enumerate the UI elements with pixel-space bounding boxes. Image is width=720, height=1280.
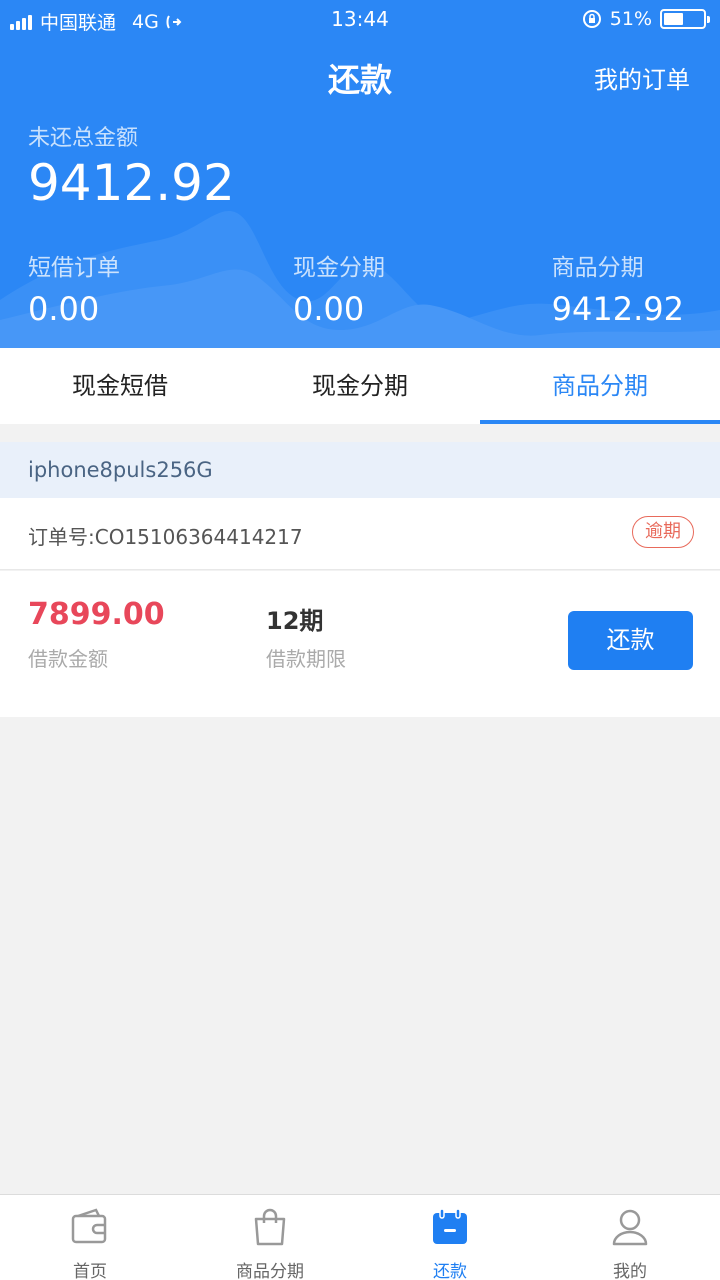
loan-term: 12期 <box>266 607 324 635</box>
summary-value: 0.00 <box>28 290 100 328</box>
tabbar-label: 我的 <box>613 1262 647 1280</box>
tab-cash-installment[interactable]: 现金分期 <box>240 348 480 424</box>
repayment-header: 中国联通 4G 13:44 51% 还款 我的订单 未还总金额 9412.92 … <box>0 0 720 348</box>
wallet-icon <box>71 1208 107 1244</box>
app-root: 中国联通 4G 13:44 51% 还款 我的订单 未还总金额 9412.92 … <box>0 0 720 1280</box>
total-outstanding-label: 未还总金额 <box>28 126 139 151</box>
loan-term-label: 借款期限 <box>266 647 346 671</box>
status-bar: 中国联通 4G 13:44 51% <box>0 0 720 40</box>
order-detail-row: 7899.00 借款金额 12期 借款期限 还款 <box>0 571 720 717</box>
summary-label: 短借订单 <box>28 255 120 281</box>
order-info-row: 订单号:CO15106364414217 逾期 <box>0 498 720 570</box>
loan-amount-label: 借款金额 <box>28 647 108 671</box>
calendar-icon <box>433 1208 467 1244</box>
product-name: iphone8puls256G <box>0 442 720 498</box>
repay-button[interactable]: 还款 <box>568 611 693 670</box>
rotation-lock-icon <box>582 10 601 28</box>
summary-goods-installment: 商品分期 9412.92 <box>552 248 684 328</box>
battery-icon <box>660 9 710 29</box>
overdue-badge: 逾期 <box>632 516 694 548</box>
order-number: 订单号:CO15106364414217 <box>28 525 303 549</box>
tabbar-item-profile[interactable]: 我的 <box>540 1195 720 1280</box>
my-orders-link[interactable]: 我的订单 <box>594 60 690 95</box>
user-icon <box>612 1209 648 1246</box>
tabbar-item-repayment[interactable]: 还款 <box>360 1195 540 1280</box>
tab-goods-installment[interactable]: 商品分期 <box>480 348 720 424</box>
loan-amount: 7899.00 <box>28 597 165 632</box>
loan-type-tabs: 现金短借 现金分期 商品分期 <box>0 348 720 424</box>
tabbar-item-goods-installment[interactable]: 商品分期 <box>180 1195 360 1280</box>
summary-label: 商品分期 <box>551 255 644 281</box>
tabbar-label: 首页 <box>73 1262 107 1280</box>
tab-cash-short-loan[interactable]: 现金短借 <box>0 348 240 424</box>
tabbar-label: 还款 <box>433 1262 467 1280</box>
tabbar-label: 商品分期 <box>236 1262 304 1280</box>
total-outstanding-value: 9412.92 <box>28 154 235 212</box>
shopping-bag-icon <box>254 1208 286 1246</box>
summary-value: 9412.92 <box>551 290 684 328</box>
summary-cash-installment: 现金分期 0.00 <box>293 248 385 328</box>
summary-label: 现金分期 <box>293 255 385 281</box>
summary-value: 0.00 <box>293 290 365 328</box>
summary-short-loan: 短借订单 0.00 <box>28 248 120 328</box>
battery-percent: 51% <box>609 8 652 30</box>
bottom-tab-bar: 首页 商品分期 还款 我的 <box>0 1194 720 1280</box>
tabbar-item-home[interactable]: 首页 <box>0 1195 180 1280</box>
